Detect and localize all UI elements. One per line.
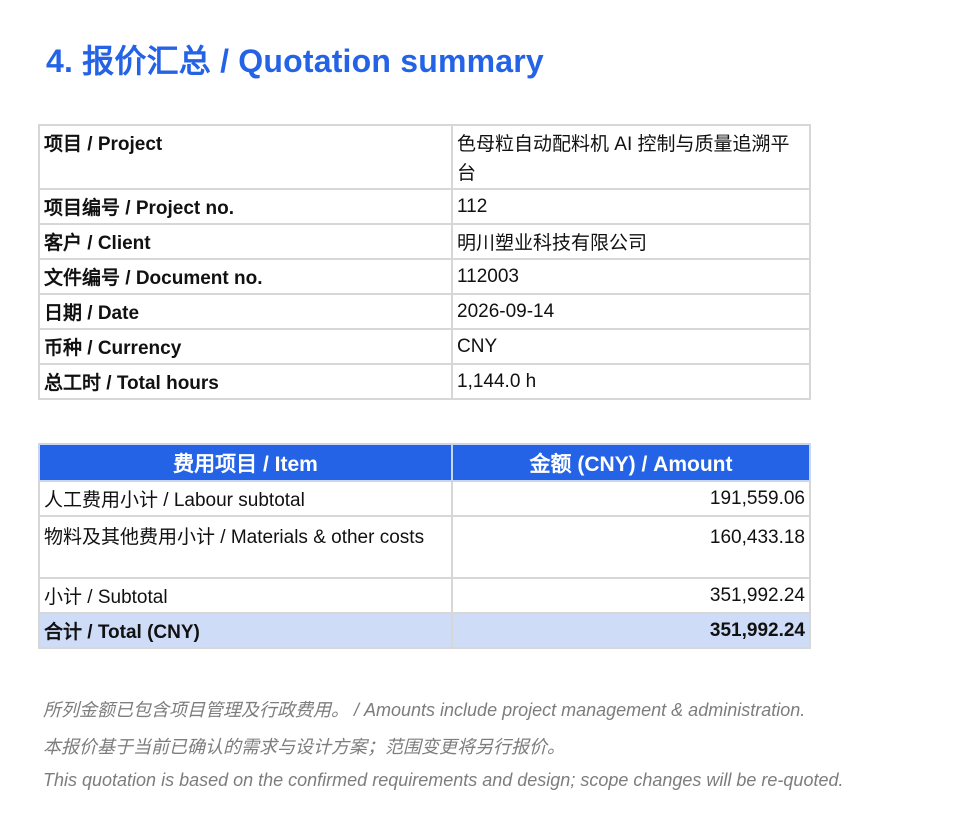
info-value: 112003 (451, 258, 811, 295)
cost-row-labour: 人工费用小计 / Labour subtotal 191,559.06 (38, 480, 811, 517)
cost-amount: 351,992.24 (451, 577, 811, 614)
cost-amount: 351,992.24 (451, 612, 811, 649)
info-row-total-hours: 总工时 / Total hours 1,144.0 h (38, 363, 811, 400)
info-label: 项目 / Project (38, 124, 453, 190)
note-quotation-basis-en: This quotation is based on the confirmed… (43, 770, 844, 790)
info-value: 2026-09-14 (451, 293, 811, 330)
info-value: CNY (451, 328, 811, 365)
info-value: 色母粒自动配料机 AI 控制与质量追溯平台 (451, 124, 811, 190)
cost-row-total: 合计 / Total (CNY) 351,992.24 (38, 612, 811, 649)
cost-row-materials: 物料及其他费用小计 / Materials & other costs 160,… (38, 515, 811, 579)
info-label: 客户 / Client (38, 223, 453, 260)
cost-item: 小计 / Subtotal (38, 577, 453, 614)
info-value: 1,144.0 h (451, 363, 811, 400)
column-header-amount: 金额 (CNY) / Amount (451, 443, 811, 482)
info-label: 文件编号 / Document no. (38, 258, 453, 295)
info-label: 总工时 / Total hours (38, 363, 453, 400)
info-row-document-no: 文件编号 / Document no. 112003 (38, 258, 811, 295)
note-quotation-basis-cn: 本报价基于当前已确认的需求与设计方案；范围变更将另行报价。 (43, 737, 565, 757)
cost-item: 物料及其他费用小计 / Materials & other costs (38, 515, 453, 579)
info-label: 项目编号 / Project no. (38, 188, 453, 225)
info-value: 明川塑业科技有限公司 (451, 223, 811, 260)
info-row-date: 日期 / Date 2026-09-14 (38, 293, 811, 330)
info-row-project-no: 项目编号 / Project no. 112 (38, 188, 811, 225)
cost-item: 人工费用小计 / Labour subtotal (38, 480, 453, 517)
cost-item: 合计 / Total (CNY) (38, 612, 453, 649)
info-label: 币种 / Currency (38, 328, 453, 365)
table-header-row: 费用项目 / Item 金额 (CNY) / Amount (38, 443, 811, 482)
info-label: 日期 / Date (38, 293, 453, 330)
info-row-project: 项目 / Project 色母粒自动配料机 AI 控制与质量追溯平台 (38, 124, 811, 190)
page-title: 4. 报价汇总 / Quotation summary (46, 43, 544, 79)
info-value: 112 (451, 188, 811, 225)
info-row-client: 客户 / Client 明川塑业科技有限公司 (38, 223, 811, 260)
project-info-table: 项目 / Project 色母粒自动配料机 AI 控制与质量追溯平台 项目编号 … (38, 124, 811, 400)
cost-amount: 160,433.18 (451, 515, 811, 579)
note-amounts-included: 所列金额已包含项目管理及行政费用。 / Amounts include proj… (43, 700, 806, 720)
cost-row-subtotal: 小计 / Subtotal 351,992.24 (38, 577, 811, 614)
column-header-item: 费用项目 / Item (38, 443, 453, 482)
cost-amount: 191,559.06 (451, 480, 811, 517)
cost-summary-table: 费用项目 / Item 金额 (CNY) / Amount 人工费用小计 / L… (38, 443, 811, 649)
info-row-currency: 币种 / Currency CNY (38, 328, 811, 365)
